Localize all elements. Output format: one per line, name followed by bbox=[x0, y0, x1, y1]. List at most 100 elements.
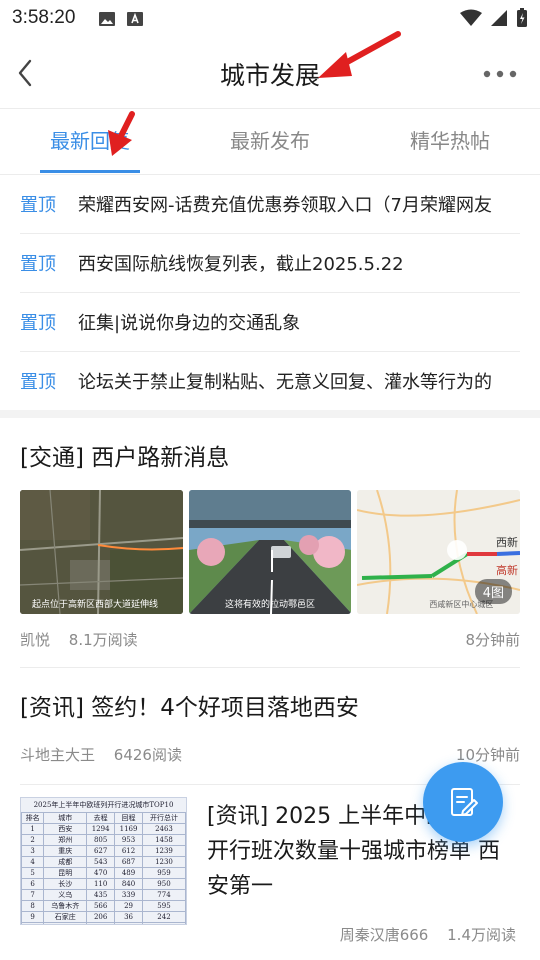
table-row: 5 昆明 470 489 959 bbox=[21, 867, 186, 879]
image-caption: 起点位于高新区西部大道延伸线 bbox=[32, 600, 159, 610]
table-row: 2 郑州 805 953 1458 bbox=[21, 834, 186, 846]
table-row: 3 重庆 627 612 1239 bbox=[21, 845, 186, 857]
table-title: 2025年上半年中欧班列开行进况城市TOP10 bbox=[33, 801, 174, 809]
table-cell: 1169 bbox=[114, 823, 143, 835]
wifi-icon bbox=[460, 9, 482, 26]
table-cell: 687 bbox=[114, 856, 143, 868]
status-system-icons bbox=[460, 8, 528, 28]
battery-icon bbox=[517, 8, 527, 27]
table-cell: 840 bbox=[114, 878, 143, 890]
table-row: 4 成都 543 687 1230 bbox=[21, 856, 186, 868]
tab-bar: 最新回复 最新发布 精华热帖 bbox=[0, 108, 540, 175]
table-cell: 2463 bbox=[141, 823, 186, 835]
tab-latest-posts[interactable]: 最新发布 bbox=[180, 108, 360, 174]
table-cell: 3 bbox=[21, 845, 45, 857]
table-cell: 959 bbox=[141, 867, 186, 879]
post-image-table[interactable]: 2025年上半年中欧班列开行进况城市TOP10 排名 城市 去程 回程 开行总计… bbox=[20, 797, 187, 925]
table-header-cell: 城市 bbox=[43, 812, 88, 824]
tab-latest-reply[interactable]: 最新回复 bbox=[0, 108, 180, 174]
table-cell: 石家庄 bbox=[43, 911, 88, 923]
table-cell: 215 bbox=[114, 922, 143, 924]
status-notifications bbox=[98, 10, 144, 28]
table-cell: 953 bbox=[114, 834, 143, 846]
table-cell: 4 bbox=[21, 856, 45, 868]
tab-featured[interactable]: 精华热帖 bbox=[360, 108, 540, 174]
gallery-icon bbox=[99, 12, 115, 26]
pinned-item[interactable]: 置顶 西安国际航线恢复列表，截止2025.5.22 bbox=[20, 234, 520, 293]
table-cell: 242 bbox=[141, 911, 186, 923]
post-author[interactable]: 凯悦 bbox=[20, 631, 50, 649]
table-cell: 10 bbox=[21, 922, 45, 924]
table-header-cell: 开行总计 bbox=[141, 812, 186, 824]
table-cell: 乌鲁木齐 bbox=[43, 900, 88, 912]
table-cell: 110 bbox=[86, 878, 116, 890]
street-render-graphic bbox=[188, 490, 352, 614]
pinned-tag: 置顶 bbox=[20, 372, 56, 393]
table-cell: 成都 bbox=[43, 856, 88, 868]
post-meta: 凯悦 8.1万阅读 8分钟前 bbox=[20, 629, 520, 650]
table-cell: 29 bbox=[114, 900, 143, 912]
table-cell: 郑州 bbox=[43, 834, 88, 846]
more-dots-icon bbox=[483, 70, 517, 78]
table-cell: 36 bbox=[114, 911, 143, 923]
image-caption: 这将有效的拉动鄠邑区 bbox=[225, 600, 316, 610]
pinned-item[interactable]: 置顶 荣耀西安网-话费充值优惠券领取入口（7月荣耀网友 bbox=[20, 175, 520, 234]
post-card[interactable]: [资讯] 签约！4个好项目落地西安 斗地主大王 6426阅读 10分钟前 bbox=[20, 668, 520, 765]
status-time: 3:58:20 bbox=[12, 7, 76, 28]
table-header-cell: 回程 bbox=[114, 812, 143, 824]
image-count-badge: 4图 bbox=[474, 579, 513, 604]
table-cell: 2 bbox=[21, 834, 45, 846]
post-title: [交通] 西户路新消息 bbox=[20, 445, 230, 471]
signal-icon bbox=[491, 10, 507, 26]
post-meta: 斗地主大王 6426阅读 10分钟前 bbox=[20, 744, 520, 765]
table-cell: 昆明 bbox=[43, 867, 88, 879]
nav-bar: 城市发展 bbox=[0, 38, 540, 109]
pinned-title: 论坛关于禁止复制粘贴、无意义回复、灌水等行为的 bbox=[78, 372, 492, 393]
table-cell: 1 bbox=[21, 823, 45, 835]
table-row: 1 西安 1294 1169 2463 bbox=[21, 823, 186, 835]
post-card[interactable]: [交通] 西户路新消息 起点位于高新区西部大道延伸线 这将有效的拉动鄠邑区 西新… bbox=[20, 418, 521, 650]
post-image-satellite[interactable]: 起点位于高新区西部大道延伸线 bbox=[20, 490, 183, 614]
table-cell: 206 bbox=[86, 911, 116, 923]
post-image-render[interactable]: 这将有效的拉动鄠邑区 bbox=[188, 490, 352, 614]
table-cell: 西安 bbox=[43, 823, 88, 835]
table-cell: 8 bbox=[21, 900, 45, 912]
pinned-title: 西安国际航线恢复列表，截止2025.5.22 bbox=[78, 254, 404, 275]
table-header-cell: 排名 bbox=[21, 812, 45, 824]
table-cell: 长沙 bbox=[43, 878, 88, 890]
post-author[interactable]: 周秦汉唐666 bbox=[340, 926, 429, 944]
post-title: [资讯] 签约！4个好项目落地西安 bbox=[20, 695, 359, 721]
post-reads: 8.1万阅读 bbox=[68, 631, 138, 649]
table-cell: 612 bbox=[114, 845, 143, 857]
table-cell: 774 bbox=[141, 889, 186, 901]
pinned-tag: 置顶 bbox=[20, 195, 56, 216]
table-cell: 武汉 bbox=[43, 922, 88, 924]
table-header-row: 排名 城市 去程 回程 开行总计 bbox=[21, 812, 186, 824]
table-cell: 441 bbox=[141, 922, 186, 924]
table-cell: 950 bbox=[141, 878, 186, 890]
post-author[interactable]: 斗地主大王 bbox=[20, 746, 95, 764]
map-label: 高新 bbox=[496, 564, 519, 577]
table-cell: 1458 bbox=[141, 834, 186, 846]
table-cell: 1239 bbox=[141, 845, 186, 857]
table-cell: 543 bbox=[86, 856, 116, 868]
compose-button[interactable] bbox=[423, 762, 503, 842]
pinned-item[interactable]: 置顶 征集|说说你身边的交通乱象 bbox=[20, 293, 520, 352]
table-row: 8 乌鲁木齐 566 29 595 bbox=[21, 900, 186, 912]
pinned-tag: 置顶 bbox=[20, 254, 56, 275]
post-reads: 6426阅读 bbox=[113, 746, 182, 764]
status-bar: 3:58:20 bbox=[0, 0, 540, 38]
table-cell: 1230 bbox=[141, 856, 186, 868]
post-image-map[interactable]: 西新 高新 西咸新区中心城区 4图 bbox=[357, 490, 521, 614]
pinned-title: 荣耀西安网-话费充值优惠券领取入口（7月荣耀网友 bbox=[78, 195, 492, 216]
table-cell: 226 bbox=[86, 922, 116, 924]
table-cell: 627 bbox=[86, 845, 116, 857]
pinned-item[interactable]: 置顶 论坛关于禁止复制粘贴、无意义回复、灌水等行为的 bbox=[20, 352, 520, 410]
table-cell: 489 bbox=[114, 867, 143, 879]
table-cell: 7 bbox=[21, 889, 45, 901]
post-meta: 周秦汉唐666 1.4万阅读 bbox=[326, 924, 516, 945]
table-row: 6 长沙 110 840 950 bbox=[21, 878, 186, 890]
more-button[interactable] bbox=[482, 66, 518, 80]
pinned-list: 置顶 荣耀西安网-话费充值优惠券领取入口（7月荣耀网友 置顶 西安国际航线恢复列… bbox=[0, 175, 540, 410]
table-cell: 339 bbox=[114, 889, 143, 901]
